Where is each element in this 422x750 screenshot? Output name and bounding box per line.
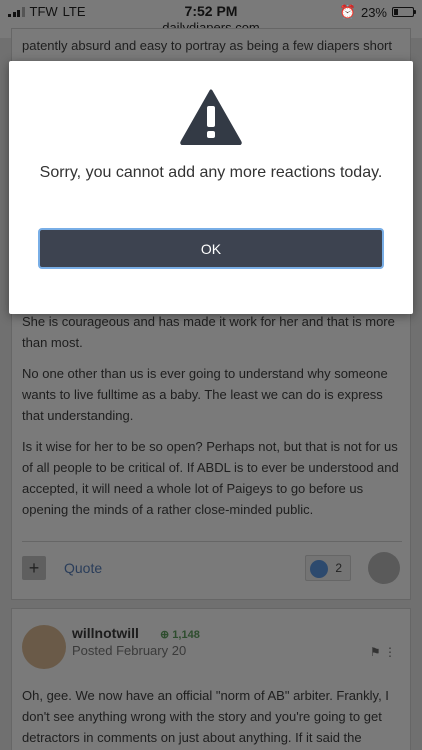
battery-percent: 23% <box>360 4 387 20</box>
reaction-limit-dialog: Sorry, you cannot add any more reactions… <box>9 61 413 314</box>
battery-icon <box>392 7 416 17</box>
alarm-icon: ⏰ <box>339 4 356 19</box>
dialog-message: Sorry, you cannot add any more reactions… <box>39 164 383 181</box>
ok-button[interactable]: OK <box>38 228 384 269</box>
battery-info: ⏰ 23% <box>339 4 416 20</box>
warning-icon <box>180 89 242 145</box>
